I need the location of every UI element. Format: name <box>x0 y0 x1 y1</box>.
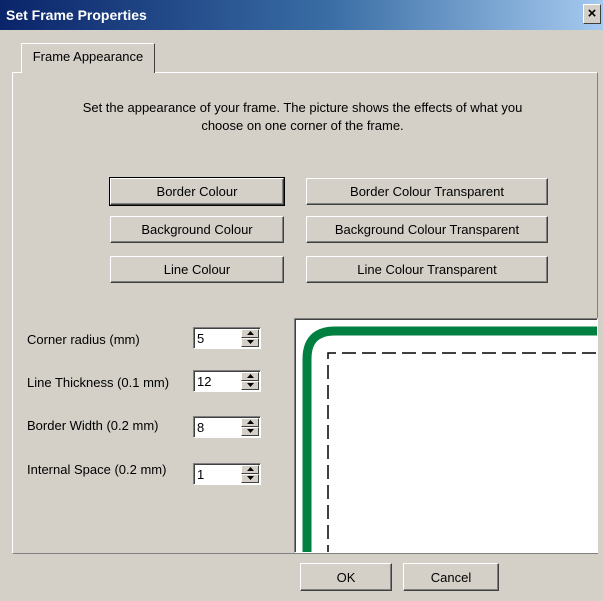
border-width-input[interactable] <box>197 419 237 435</box>
arrow-down-icon <box>247 476 254 480</box>
frame-line <box>302 326 597 552</box>
corner-radius-down-button[interactable] <box>241 338 259 347</box>
line-thickness-up-button[interactable] <box>241 372 259 381</box>
frame-corner-preview-graphic <box>302 326 597 552</box>
border-colour-transparent-button[interactable]: Border Colour Transparent <box>306 178 548 205</box>
border-width-label: Border Width (0.2 mm) <box>27 418 159 433</box>
ok-button[interactable]: OK <box>300 563 392 591</box>
border-colour-button[interactable]: Border Colour <box>109 177 285 206</box>
arrow-up-icon <box>247 467 254 471</box>
line-colour-button[interactable]: Line Colour <box>110 256 284 283</box>
tab-frame-appearance[interactable]: Frame Appearance <box>21 43 155 73</box>
arrow-up-icon <box>247 420 254 424</box>
internal-space-up-button[interactable] <box>241 465 259 474</box>
internal-space-label: Internal Space (0.2 mm) <box>27 462 167 477</box>
tab-label: Frame Appearance <box>32 49 144 64</box>
line-thickness-down-button[interactable] <box>241 381 259 390</box>
line-colour-transparent-button[interactable]: Line Colour Transparent <box>306 256 548 283</box>
arrow-down-icon <box>247 340 254 344</box>
arrow-up-icon <box>247 374 254 378</box>
line-thickness-label: Line Thickness (0.1 mm) <box>27 375 170 390</box>
cancel-button[interactable]: Cancel <box>403 563 499 591</box>
arrow-up-icon <box>247 331 254 335</box>
corner-radius-input[interactable] <box>197 330 237 346</box>
line-thickness-stepper[interactable] <box>193 370 261 392</box>
line-thickness-input[interactable] <box>197 373 237 389</box>
border-width-stepper[interactable] <box>193 416 261 438</box>
title-bar[interactable]: Set Frame Properties × <box>0 0 603 30</box>
border-width-down-button[interactable] <box>241 427 259 436</box>
background-colour-transparent-button[interactable]: Background Colour Transparent <box>306 216 548 243</box>
corner-radius-up-button[interactable] <box>241 329 259 338</box>
frame-preview <box>294 318 598 553</box>
intro-text: Set the appearance of your frame. The pi… <box>82 100 523 133</box>
corner-radius-stepper[interactable] <box>193 327 261 349</box>
internal-space-input[interactable] <box>197 466 237 482</box>
corner-radius-label: Corner radius (mm) <box>27 332 140 347</box>
internal-space-stepper[interactable] <box>193 463 261 485</box>
frame-border-dashed <box>327 352 597 552</box>
internal-space-down-button[interactable] <box>241 474 259 483</box>
window-title: Set Frame Properties <box>6 7 147 23</box>
close-icon: × <box>587 5 597 22</box>
arrow-down-icon <box>247 429 254 433</box>
border-width-up-button[interactable] <box>241 418 259 427</box>
arrow-down-icon <box>247 383 254 387</box>
close-button[interactable]: × <box>583 4 601 24</box>
background-colour-button[interactable]: Background Colour <box>110 216 284 243</box>
